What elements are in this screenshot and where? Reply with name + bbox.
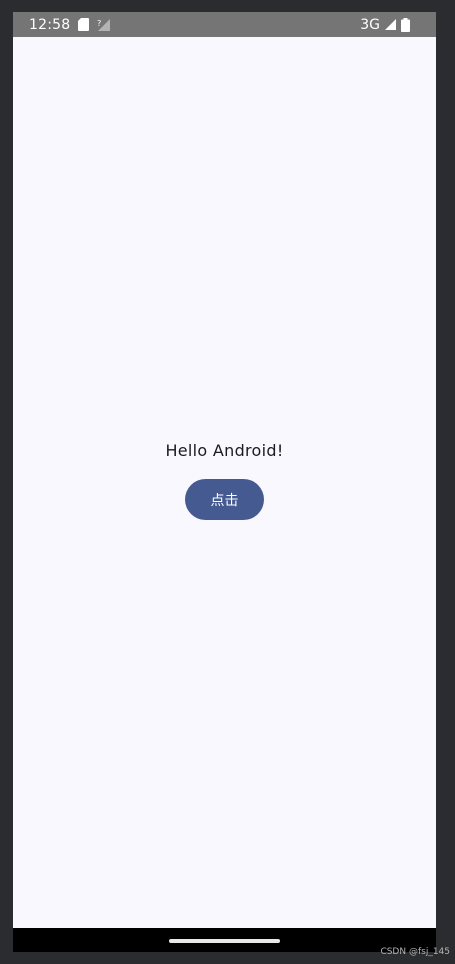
gesture-handle[interactable] — [169, 939, 280, 943]
status-bar-right: 3G — [360, 12, 410, 37]
greeting-text: Hello Android! — [165, 441, 284, 460]
navigation-bar — [13, 928, 436, 952]
status-time: 12:58 — [29, 16, 71, 33]
status-bar: 12:58 ? 3G — [13, 12, 436, 37]
svg-text:?: ? — [97, 19, 101, 28]
watermark-text: CSDN @fsj_145 — [380, 947, 450, 957]
no-signal-icon: ? — [97, 18, 111, 32]
phone-screen: 12:58 ? 3G Hello Android! 点击 — [13, 12, 436, 952]
sd-card-icon — [78, 18, 90, 31]
status-bar-left: 12:58 ? — [29, 12, 111, 37]
battery-icon — [401, 17, 410, 32]
click-button[interactable]: 点击 — [185, 479, 264, 520]
app-content: Hello Android! 点击 — [13, 37, 436, 928]
network-type: 3G — [360, 16, 380, 33]
cell-signal-icon — [384, 18, 397, 31]
